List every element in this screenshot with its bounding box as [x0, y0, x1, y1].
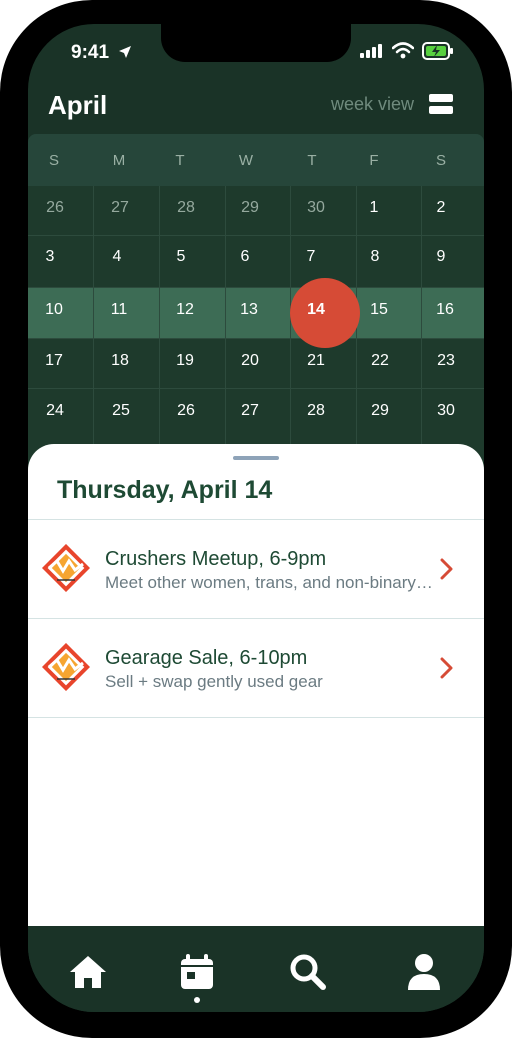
event-row[interactable]: Crushers Meetup, 6-9pm Meet other women,… — [28, 520, 484, 618]
active-tab-indicator — [194, 997, 200, 1003]
screen: 9:41 April week view S M T W T F S 26 27… — [28, 24, 484, 1012]
calendar-day[interactable]: 22 — [358, 352, 402, 370]
calendar-day[interactable]: 3 — [28, 248, 72, 266]
home-icon[interactable] — [66, 950, 110, 994]
weekday-header: S M T W T F S — [28, 134, 484, 186]
calendar-day[interactable]: 20 — [228, 352, 272, 370]
week-view-toggle-label[interactable]: week view — [331, 94, 414, 115]
calendar-day[interactable]: 9 — [419, 248, 463, 266]
calendar-day[interactable]: 18 — [98, 352, 142, 370]
calendar-day[interactable]: 4 — [95, 248, 139, 266]
event-title: Crushers Meetup, 6-9pm — [105, 548, 327, 570]
chevron-right-icon — [440, 558, 453, 580]
grid-line — [28, 338, 484, 339]
calendar-day[interactable]: 30 — [424, 402, 468, 420]
calendar-day[interactable]: 27 — [228, 402, 272, 420]
calendar-day[interactable]: 1 — [352, 199, 396, 217]
calendar-day[interactable]: 17 — [32, 352, 76, 370]
calendar-day[interactable]: 25 — [99, 402, 143, 420]
month-calendar: S M T W T F S 26 27 28 29 30 1 2 3 4 5 6… — [28, 134, 484, 476]
calendar-day[interactable]: 30 — [294, 199, 338, 217]
grid-line — [421, 186, 422, 476]
location-arrow-icon — [119, 46, 131, 58]
bottom-tab-bar — [28, 926, 484, 1012]
month-title: April — [48, 90, 108, 120]
weekday-label: T — [175, 152, 185, 169]
profile-icon[interactable] — [402, 950, 446, 994]
event-row[interactable]: Gearage Sale, 6-10pm Sell + swap gently … — [28, 619, 484, 717]
notch — [161, 24, 351, 62]
list-toggle-icon[interactable] — [429, 94, 453, 114]
weekday-label: T — [307, 152, 317, 169]
calendar-day[interactable]: 26 — [164, 402, 208, 420]
calendar-day-today[interactable]: 14 — [294, 301, 338, 319]
calendar-day[interactable]: 2 — [419, 199, 463, 217]
battery-charging-icon — [422, 42, 453, 60]
calendar-day[interactable]: 21 — [294, 352, 338, 370]
grid-line — [28, 388, 484, 389]
grid-line — [290, 186, 291, 476]
grid-line — [28, 235, 484, 236]
calendar-day[interactable]: 19 — [163, 352, 207, 370]
event-subtitle: Meet other women, trans, and non-binary … — [105, 573, 435, 592]
grid-line — [225, 186, 226, 476]
calendar-day[interactable]: 13 — [227, 301, 271, 319]
grid-line — [28, 287, 484, 288]
calendar-day[interactable]: 24 — [33, 402, 77, 420]
wifi-icon — [392, 42, 414, 59]
calendar-day[interactable]: 29 — [358, 402, 402, 420]
event-subtitle: Sell + swap gently used gear — [105, 672, 323, 691]
calendar-day[interactable]: 16 — [423, 301, 467, 319]
weekday-label: S — [48, 152, 59, 169]
weekday-label: S — [435, 152, 446, 169]
sheet-grabber[interactable] — [233, 456, 279, 460]
weekday-label: M — [112, 152, 126, 169]
search-icon[interactable] — [286, 950, 330, 994]
calendar-day[interactable]: 15 — [357, 301, 401, 319]
calendar-day[interactable]: 11 — [97, 301, 141, 319]
calendar-day[interactable]: 23 — [424, 352, 468, 370]
calendar-day[interactable]: 27 — [98, 199, 142, 217]
calendar-day[interactable]: 8 — [353, 248, 397, 266]
calendar-day[interactable]: 29 — [228, 199, 272, 217]
grid-line — [93, 186, 94, 476]
weekday-label: W — [238, 152, 254, 169]
calendar-day[interactable]: 28 — [294, 402, 338, 420]
calendar-day[interactable]: 5 — [159, 248, 203, 266]
event-title: Gearage Sale, 6-10pm — [105, 647, 308, 669]
selected-date-title: Thursday, April 14 — [57, 476, 273, 504]
event-logo-icon — [42, 544, 90, 592]
calendar-day[interactable]: 10 — [32, 301, 76, 319]
calendar-day[interactable]: 6 — [223, 248, 267, 266]
weekday-label: F — [369, 152, 379, 169]
grid-line — [356, 186, 357, 476]
calendar-day[interactable]: 7 — [289, 248, 333, 266]
chevron-right-icon — [440, 657, 453, 679]
calendar-day[interactable]: 26 — [33, 199, 77, 217]
calendar-day[interactable]: 12 — [163, 301, 207, 319]
status-time: 9:41 — [71, 42, 110, 63]
divider — [28, 717, 484, 718]
calendar-day[interactable]: 28 — [164, 199, 208, 217]
event-logo-icon — [42, 643, 90, 691]
signal-icon — [360, 44, 382, 58]
grid-line — [159, 186, 160, 476]
calendar-icon[interactable] — [175, 950, 219, 994]
phone-frame: 9:41 April week view S M T W T F S 26 27… — [0, 0, 512, 1038]
events-bottom-sheet: Thursday, April 14 Crushers Meetup, 6-9p… — [28, 444, 484, 926]
